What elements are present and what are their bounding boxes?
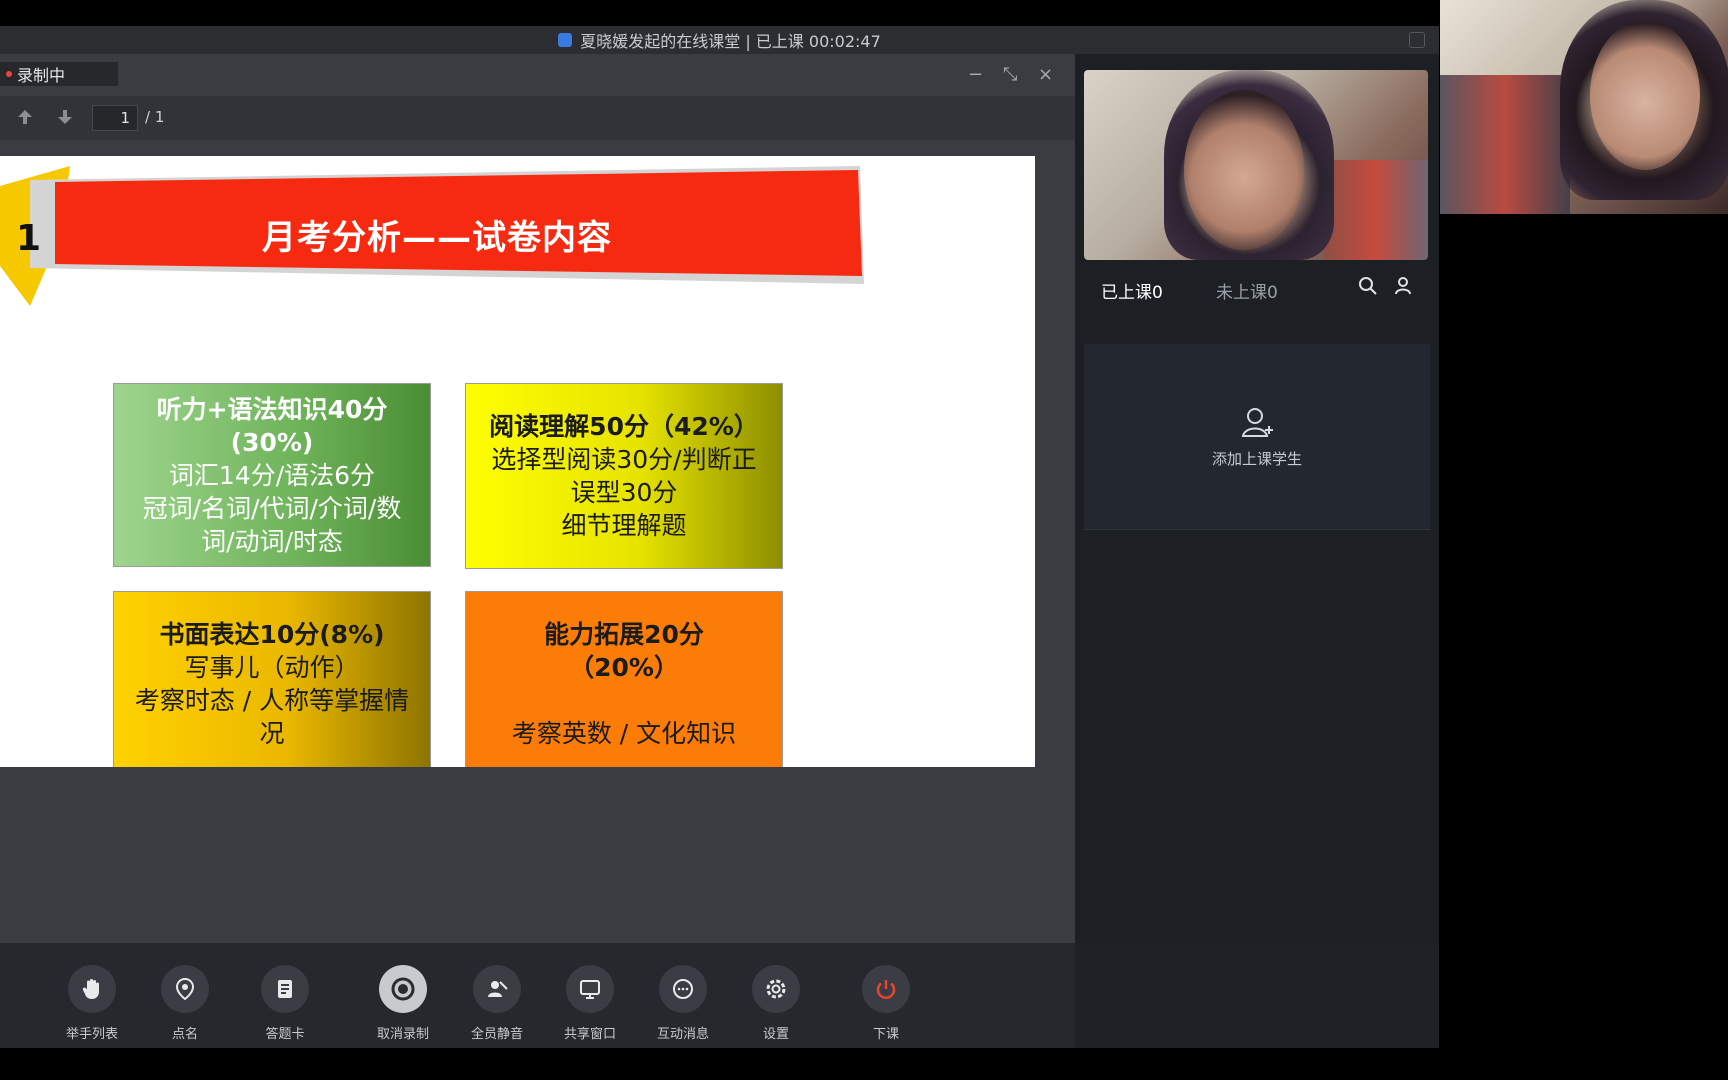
next-page-button[interactable] xyxy=(54,108,76,130)
student-list-panel: 添加上课学生 xyxy=(1084,344,1430,530)
content-box-ability: 能力拓展20分 （20%） 考察英数 / 文化知识 xyxy=(465,591,783,767)
recording-indicator: 录制中 xyxy=(0,62,118,86)
box-spacer xyxy=(472,684,776,717)
tool-label: 点名 xyxy=(171,1027,198,1042)
floating-camera-video[interactable] xyxy=(1440,0,1728,214)
end-class-button[interactable]: 下课 xyxy=(846,965,926,1042)
video-person-face xyxy=(1590,20,1700,170)
add-student-label: 添加上课学生 xyxy=(1211,450,1302,468)
arrow-up-icon xyxy=(18,110,32,124)
gear-icon xyxy=(752,965,800,1013)
tool-label: 设置 xyxy=(762,1027,789,1042)
add-student-button[interactable]: 添加上课学生 xyxy=(1084,404,1430,469)
hand-icon xyxy=(68,965,116,1013)
slide-number: 1 xyxy=(16,218,42,259)
video-background-clothes xyxy=(1440,75,1570,214)
answer-card-button[interactable]: 答题卡 xyxy=(245,965,325,1042)
video-person-face xyxy=(1184,90,1304,250)
raise-hand-list-button[interactable]: 举手列表 xyxy=(52,965,132,1042)
tool-label: 下课 xyxy=(872,1027,899,1042)
window-title: 夏晓媛发起的在线课堂 | 已上课 00:02:47 xyxy=(580,32,881,51)
tool-label: 答题卡 xyxy=(265,1027,305,1042)
box-line: 误型30分 xyxy=(570,478,678,507)
box-line: 书面表达10分(8%) xyxy=(159,620,385,649)
location-icon xyxy=(161,965,209,1013)
box-line: 听力+语法知识40分 xyxy=(156,394,388,424)
tab-not-attending[interactable]: 未上课0 xyxy=(1216,278,1278,303)
content-box-reading: 阅读理解50分（42%） 选择型阅读30分/判断正 误型30分 细节理解题 xyxy=(465,383,783,569)
search-icon[interactable] xyxy=(1357,276,1379,298)
fullscreen-icon[interactable] xyxy=(1409,32,1425,48)
box-line: （20%） xyxy=(569,653,679,682)
box-line: 考察英数 / 文化知识 xyxy=(511,719,737,748)
settings-button[interactable]: 设置 xyxy=(736,965,816,1042)
box-line: 词汇14分/语法6分 xyxy=(168,460,376,490)
close-button[interactable]: × xyxy=(1038,66,1053,84)
tool-label: 全员静音 xyxy=(470,1027,523,1042)
tool-label: 举手列表 xyxy=(65,1027,118,1042)
record-icon xyxy=(379,965,427,1013)
recording-dot-icon xyxy=(6,71,12,77)
content-box-writing: 书面表达10分(8%) 写事儿（动作） 考察时态 / 人称等掌握情 况 xyxy=(113,591,431,767)
mute-all-button[interactable]: 全员静音 xyxy=(457,965,537,1042)
add-user-icon xyxy=(1237,404,1277,444)
box-line: 写事儿（动作） xyxy=(184,653,360,682)
toolbar-sidebar-area xyxy=(1075,943,1439,1048)
page-number-input[interactable]: 1 xyxy=(92,105,138,131)
tool-label: 取消录制 xyxy=(376,1027,429,1042)
box-line: 词/动词/时态 xyxy=(201,526,343,556)
whiteboard-pane: 录制中 − ⤡ × 1 / 1 1 月考分析——试卷内容 听力+语法知识40分 … xyxy=(0,54,1075,943)
slide-canvas: 1 月考分析——试卷内容 听力+语法知识40分 (30%) 词汇14分/语法6分… xyxy=(0,156,1035,767)
right-sidebar: 已上课0 未上课0 添加上课学生 xyxy=(1075,54,1439,943)
roll-call-button[interactable]: 点名 xyxy=(145,965,225,1042)
slide-title: 月考分析——试卷内容 xyxy=(262,218,612,258)
student-tabs: 已上课0 未上课0 xyxy=(1075,268,1439,308)
teacher-video[interactable] xyxy=(1084,70,1428,260)
box-line: 考察时态 / 人称等掌握情 xyxy=(134,686,410,715)
box-line: (30%) xyxy=(230,427,314,457)
user-settings-icon[interactable] xyxy=(1393,276,1415,298)
arrow-down-icon xyxy=(58,110,72,124)
mute-all-icon xyxy=(473,965,521,1013)
bottom-toolbar: 举手列表 点名 答题卡 取消录制 全员静音 共享窗口 互动消息 设置 下课 xyxy=(0,943,1439,1048)
answer-card-icon xyxy=(261,965,309,1013)
recording-label: 录制中 xyxy=(17,66,66,85)
tab-attending[interactable]: 已上课0 xyxy=(1101,278,1163,303)
pager-toolbar: 1 / 1 xyxy=(0,96,1075,140)
app-icon xyxy=(558,33,573,47)
share-screen-icon xyxy=(566,965,614,1013)
page-total: / 1 xyxy=(145,108,165,126)
box-line: 况 xyxy=(259,719,285,748)
video-background-clothes xyxy=(1324,160,1428,260)
box-line: 能力拓展20分 xyxy=(544,620,704,649)
chat-icon xyxy=(659,965,707,1013)
share-window-button[interactable]: 共享窗口 xyxy=(550,965,630,1042)
tool-label: 互动消息 xyxy=(656,1027,709,1042)
box-line: 冠词/名词/代词/介词/数 xyxy=(142,493,402,523)
box-line: 细节理解题 xyxy=(561,511,687,540)
restore-button[interactable]: ⤡ xyxy=(1003,66,1017,84)
cancel-recording-button[interactable]: 取消录制 xyxy=(363,965,443,1042)
content-box-listening-grammar: 听力+语法知识40分 (30%) 词汇14分/语法6分 冠词/名词/代词/介词/… xyxy=(113,383,431,567)
interactive-messages-button[interactable]: 互动消息 xyxy=(643,965,723,1042)
prev-page-button[interactable] xyxy=(14,108,36,130)
tool-label: 共享窗口 xyxy=(563,1027,616,1042)
box-line: 选择型阅读30分/判断正 xyxy=(491,445,757,474)
power-icon xyxy=(862,965,910,1013)
app-root: 夏晓媛发起的在线课堂 | 已上课 00:02:47 录制中 − ⤡ × 1 / … xyxy=(0,0,1728,1080)
minimize-button[interactable]: − xyxy=(968,66,983,84)
window-titlebar: 夏晓媛发起的在线课堂 | 已上课 00:02:47 xyxy=(0,26,1439,54)
box-line: 阅读理解50分（42%） xyxy=(489,412,759,441)
